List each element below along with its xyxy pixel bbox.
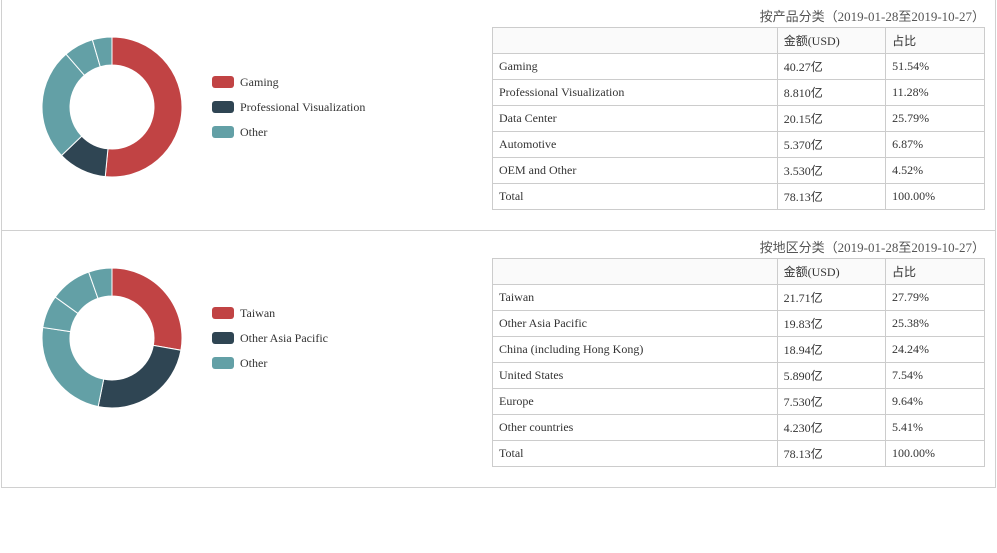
- legend-item: Gaming: [212, 75, 365, 90]
- table-row: Data Center20.15亿25.79%: [493, 106, 985, 132]
- product-panel: 按产品分类（2019-01-28至2019-10-27） GamingProfe…: [1, 0, 996, 231]
- panel-body: TaiwanOther Asia PacificOther 金额(USD)占比T…: [2, 258, 995, 487]
- table-cell: Professional Visualization: [493, 80, 778, 106]
- table-cell: 25.79%: [886, 106, 985, 132]
- table-row: Total78.13亿100.00%: [493, 441, 985, 467]
- table-header-cell: 占比: [886, 259, 985, 285]
- table-cell: 4.52%: [886, 158, 985, 184]
- table-cell: OEM and Other: [493, 158, 778, 184]
- table-row: China (including Hong Kong)18.94亿24.24%: [493, 337, 985, 363]
- panel-title: 按地区分类（2019-01-28至2019-10-27）: [2, 231, 995, 258]
- table-header-row: 金额(USD)占比: [493, 28, 985, 54]
- legend-label: Taiwan: [240, 306, 275, 321]
- panel-body: GamingProfessional VisualizationOther 金额…: [2, 27, 995, 230]
- table-header-row: 金额(USD)占比: [493, 259, 985, 285]
- table-cell: 5.370亿: [777, 132, 885, 158]
- table-row: Total78.13亿100.00%: [493, 184, 985, 210]
- table-header-cell: 金额(USD): [777, 28, 885, 54]
- table-cell: 5.41%: [886, 415, 985, 441]
- legend-item: Other: [212, 125, 365, 140]
- table-cell: 11.28%: [886, 80, 985, 106]
- table-cell: Data Center: [493, 106, 778, 132]
- chart-area: Gaming Professional Visualization Other: [32, 27, 492, 187]
- table-cell: 51.54%: [886, 54, 985, 80]
- table-row: Professional Visualization8.810亿11.28%: [493, 80, 985, 106]
- chart-legend: Taiwan Other Asia Pacific Other: [212, 306, 328, 371]
- legend-item: Professional Visualization: [212, 100, 365, 115]
- donut-chart-product: [32, 27, 192, 187]
- table-cell: 40.27亿: [777, 54, 885, 80]
- legend-label: Gaming: [240, 75, 279, 90]
- table-cell: 24.24%: [886, 337, 985, 363]
- table-cell: 21.71亿: [777, 285, 885, 311]
- table-row: Other Asia Pacific19.83亿25.38%: [493, 311, 985, 337]
- table-cell: 9.64%: [886, 389, 985, 415]
- table-cell: Gaming: [493, 54, 778, 80]
- table-cell: United States: [493, 363, 778, 389]
- table-cell: 18.94亿: [777, 337, 885, 363]
- legend-label: Other Asia Pacific: [240, 331, 328, 346]
- table-cell: Other countries: [493, 415, 778, 441]
- chart-area: Taiwan Other Asia Pacific Other: [32, 258, 492, 418]
- legend-swatch: [212, 332, 234, 344]
- legend-item: Other Asia Pacific: [212, 331, 328, 346]
- table-cell: Automotive: [493, 132, 778, 158]
- table-cell: Total: [493, 441, 778, 467]
- legend-swatch: [212, 357, 234, 369]
- table-row: OEM and Other3.530亿4.52%: [493, 158, 985, 184]
- table-cell: Other Asia Pacific: [493, 311, 778, 337]
- table-row: Other countries4.230亿5.41%: [493, 415, 985, 441]
- table-cell: China (including Hong Kong): [493, 337, 778, 363]
- legend-swatch: [212, 101, 234, 113]
- donut-slice: [105, 37, 182, 177]
- table-cell: 19.83亿: [777, 311, 885, 337]
- legend-item: Other: [212, 356, 328, 371]
- table-cell: Taiwan: [493, 285, 778, 311]
- table-cell: 78.13亿: [777, 184, 885, 210]
- table-cell: 5.890亿: [777, 363, 885, 389]
- table-row: Europe7.530亿9.64%: [493, 389, 985, 415]
- table-cell: 25.38%: [886, 311, 985, 337]
- table-cell: 100.00%: [886, 184, 985, 210]
- legend-label: Professional Visualization: [240, 100, 365, 115]
- table-cell: 20.15亿: [777, 106, 885, 132]
- legend-swatch: [212, 307, 234, 319]
- table-cell: 6.87%: [886, 132, 985, 158]
- table-cell: 4.230亿: [777, 415, 885, 441]
- table-row: Automotive5.370亿6.87%: [493, 132, 985, 158]
- table-header-cell: 占比: [886, 28, 985, 54]
- table-header-cell: 金额(USD): [777, 259, 885, 285]
- chart-legend: Gaming Professional Visualization Other: [212, 75, 365, 140]
- table-row: Gaming40.27亿51.54%: [493, 54, 985, 80]
- table-row: United States5.890亿7.54%: [493, 363, 985, 389]
- donut-slice: [42, 327, 104, 406]
- table-cell: 7.530亿: [777, 389, 885, 415]
- table-header-cell: [493, 28, 778, 54]
- donut-slice: [112, 268, 182, 350]
- table-cell: Europe: [493, 389, 778, 415]
- table-header-cell: [493, 259, 778, 285]
- table-cell: 7.54%: [886, 363, 985, 389]
- table-row: Taiwan21.71亿27.79%: [493, 285, 985, 311]
- legend-label: Other: [240, 125, 267, 140]
- legend-item: Taiwan: [212, 306, 328, 321]
- region-table: 金额(USD)占比Taiwan21.71亿27.79%Other Asia Pa…: [492, 258, 985, 467]
- panel-title: 按产品分类（2019-01-28至2019-10-27）: [2, 0, 995, 27]
- table-cell: Total: [493, 184, 778, 210]
- table-cell: 8.810亿: [777, 80, 885, 106]
- table-cell: 100.00%: [886, 441, 985, 467]
- region-panel: 按地区分类（2019-01-28至2019-10-27） TaiwanOther…: [1, 231, 996, 488]
- donut-slice: [98, 345, 181, 408]
- table-cell: 3.530亿: [777, 158, 885, 184]
- table-cell: 27.79%: [886, 285, 985, 311]
- donut-chart-region: [32, 258, 192, 418]
- legend-label: Other: [240, 356, 267, 371]
- table-cell: 78.13亿: [777, 441, 885, 467]
- legend-swatch: [212, 126, 234, 138]
- legend-swatch: [212, 76, 234, 88]
- product-table: 金额(USD)占比Gaming40.27亿51.54%Professional …: [492, 27, 985, 210]
